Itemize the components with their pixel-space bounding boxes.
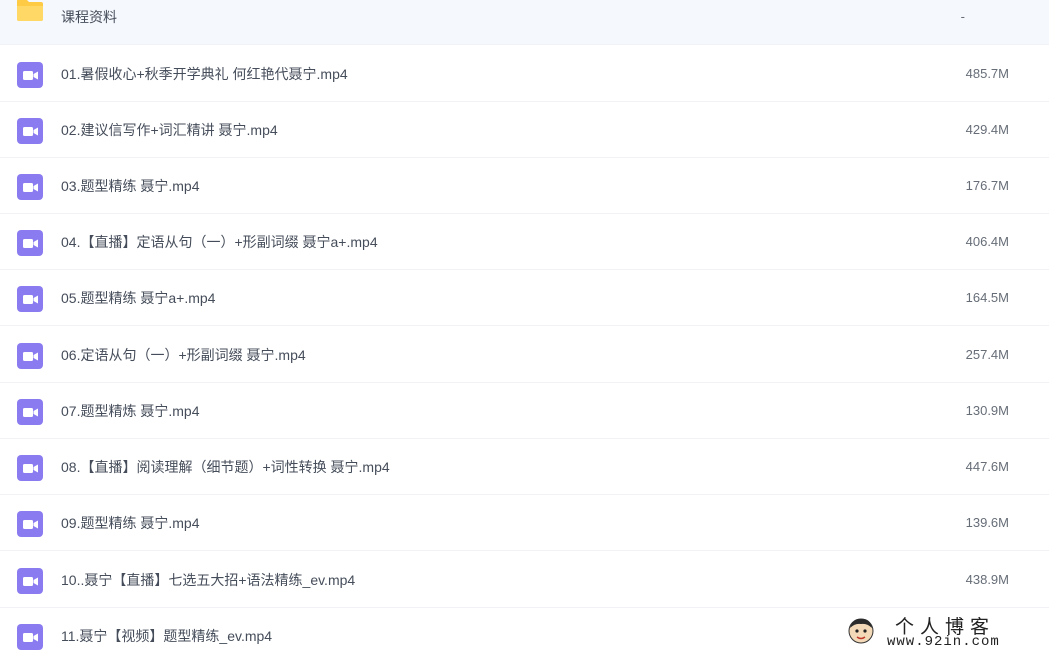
file-size: 438.9M [965,572,1009,587]
file-name[interactable]: 05.题型精练 聂宁a+.mp4 [61,270,215,325]
video-file-icon [17,624,43,650]
file-name[interactable]: 09.题型精练 聂宁.mp4 [61,495,199,550]
list-item[interactable]: 06.定语从句（一）+形副词缀 聂宁.mp4 257.4M [0,327,1049,383]
list-item[interactable]: 04.【直播】定语从句（一）+形副词缀 聂宁a+.mp4 406.4M [0,214,1049,270]
file-name[interactable]: 10..聂宁【直播】七选五大招+语法精练_ev.mp4 [61,552,355,607]
video-file-icon [17,286,43,312]
file-name[interactable]: 03.题型精练 聂宁.mp4 [61,158,199,213]
list-item[interactable]: 10..聂宁【直播】七选五大招+语法精练_ev.mp4 438.9M [0,552,1049,608]
folder-name[interactable]: 课程资料 [61,0,117,44]
file-name[interactable]: 06.定语从句（一）+形副词缀 聂宁.mp4 [61,327,306,382]
list-item[interactable]: 03.题型精练 聂宁.mp4 176.7M [0,158,1049,214]
video-file-icon [17,455,43,481]
file-size: 139.6M [965,515,1009,530]
video-file-icon [17,343,43,369]
list-item[interactable]: 01.暑假收心+秋季开学典礼 何红艳代聂宁.mp4 485.7M [0,46,1049,102]
watermark-url: www.92in.com [887,634,1000,650]
folder-size: - [960,9,965,24]
file-name[interactable]: 01.暑假收心+秋季开学典礼 何红艳代聂宁.mp4 [61,46,348,101]
file-size: 164.5M [965,290,1009,305]
list-item[interactable]: 08.【直播】阅读理解（细节题）+词性转换 聂宁.mp4 447.6M [0,439,1049,495]
file-name[interactable]: 08.【直播】阅读理解（细节题）+词性转换 聂宁.mp4 [61,439,390,494]
list-item[interactable]: 05.题型精练 聂宁a+.mp4 164.5M [0,270,1049,326]
file-size: 406.4M [965,234,1009,249]
file-size: 447.6M [965,459,1009,474]
video-file-icon [17,230,43,256]
file-size: 485.7M [965,66,1009,81]
list-item[interactable]: 07.题型精炼 聂宁.mp4 130.9M [0,383,1049,439]
video-file-icon [17,568,43,594]
video-file-icon [17,62,43,88]
file-size: 176.7M [965,178,1009,193]
list-item[interactable]: 02.建议信写作+词汇精讲 聂宁.mp4 429.4M [0,102,1049,158]
file-name[interactable]: 07.题型精炼 聂宁.mp4 [61,383,199,438]
video-file-icon [17,399,43,425]
video-file-icon [17,118,43,144]
file-size: 130.9M [965,403,1009,418]
file-name[interactable]: 02.建议信写作+词汇精讲 聂宁.mp4 [61,102,278,157]
list-item[interactable]: 09.题型精练 聂宁.mp4 139.6M [0,495,1049,551]
video-file-icon [17,511,43,537]
folder-icon [17,0,43,21]
file-size: 429.4M [965,122,1009,137]
file-name[interactable]: 04.【直播】定语从句（一）+形副词缀 聂宁a+.mp4 [61,214,378,269]
watermark: 个人博客 www.92in.com [847,614,1037,652]
avatar-icon [848,618,874,644]
file-size: 257.4M [965,347,1009,362]
video-file-icon [17,174,43,200]
list-item-folder[interactable]: 课程资料 - [0,0,1049,45]
